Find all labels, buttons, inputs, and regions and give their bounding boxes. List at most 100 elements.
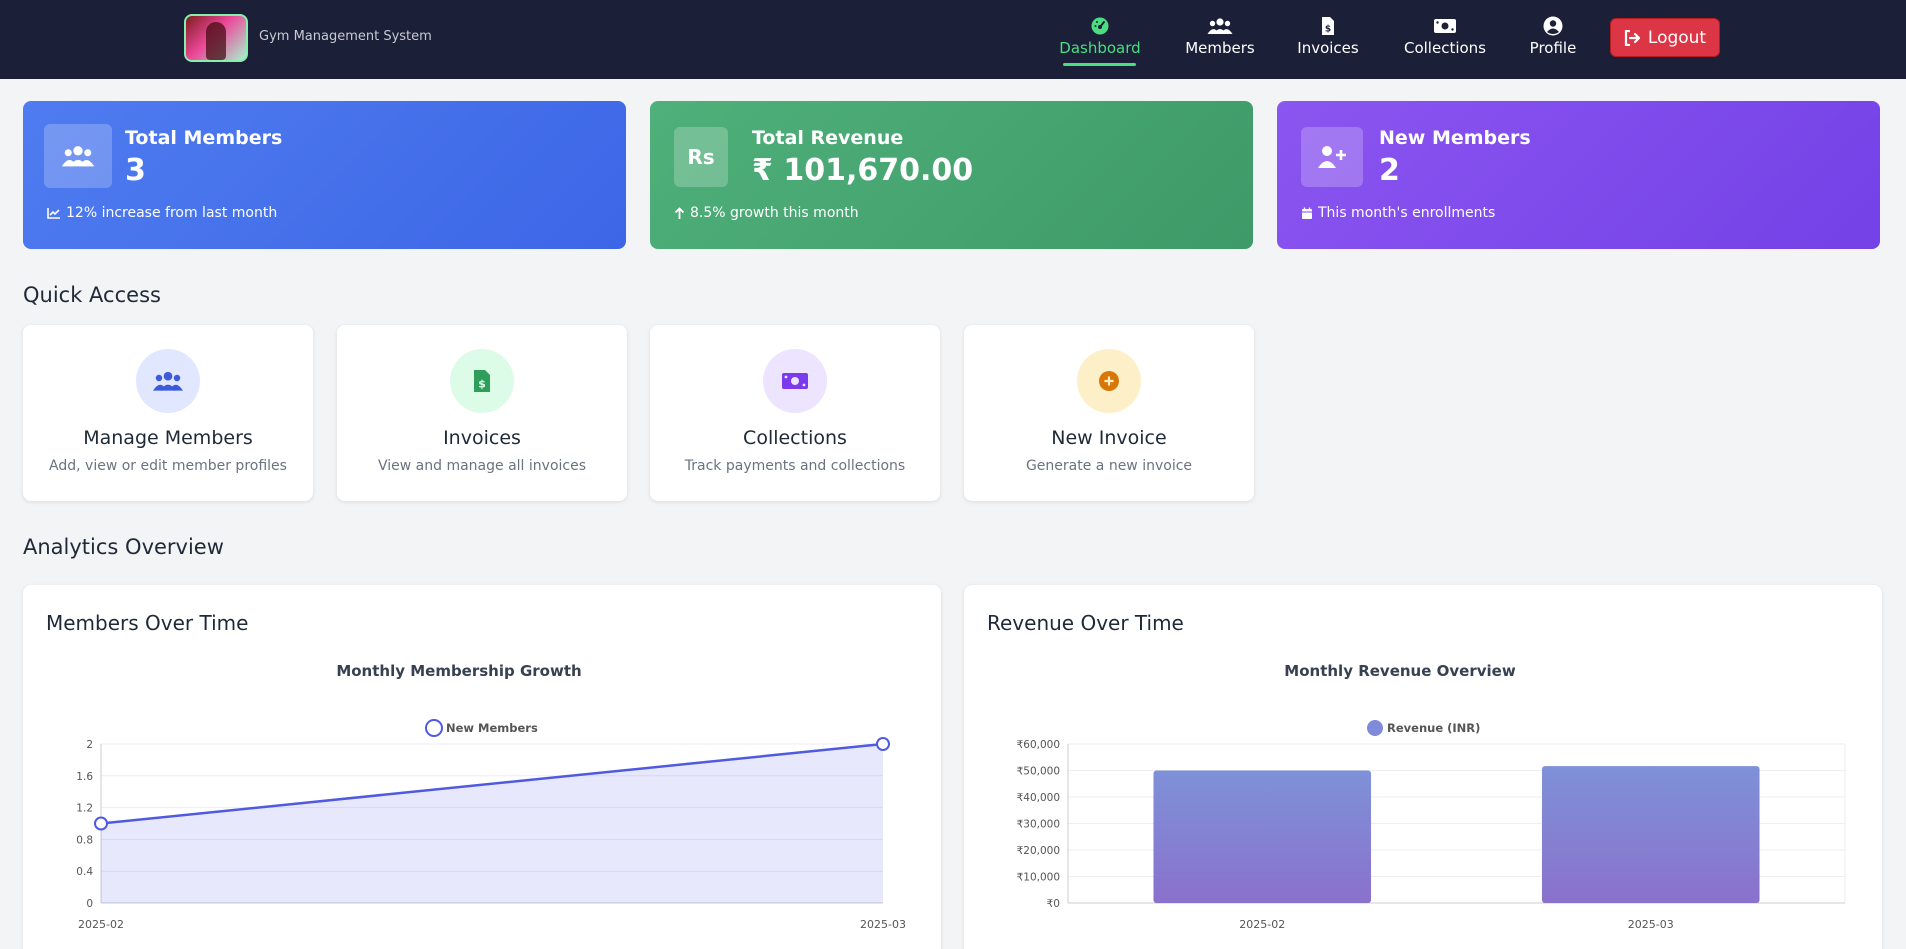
stat-card-total-revenue: Rs Total Revenue ₹ 101,670.00 8.5% growt… (650, 101, 1253, 249)
user-plus-icon (1318, 146, 1346, 168)
qa-icon-circle: $ (450, 349, 514, 413)
svg-text:$: $ (478, 378, 486, 391)
quick-access-invoices[interactable]: $ Invoices View and manage all invoices (337, 325, 627, 501)
qa-description: View and manage all invoices (378, 458, 586, 474)
revenue-over-time-chart: Monthly Revenue Overview ₹0 ₹10,000 ₹20,000… (1017, 662, 1846, 931)
y-tick-label: 1.2 (76, 803, 93, 815)
y-tick-label: ₹0 (1047, 898, 1060, 910)
data-point (876, 737, 890, 751)
sign-out-icon (1624, 29, 1640, 46)
y-tick-label: ₹20,000 (1017, 845, 1060, 857)
nav-collections[interactable]: Collections (1400, 16, 1490, 68)
nav-members-label: Members (1185, 39, 1255, 57)
money-bill-icon (782, 373, 808, 389)
stat-footnote: 12% increase from last month (47, 205, 277, 221)
legend-label: New Members (446, 721, 538, 735)
users-icon (61, 146, 95, 167)
qa-description: Generate a new invoice (1025, 458, 1193, 474)
stat-label: New Members (1379, 127, 1531, 149)
bar (1541, 766, 1760, 903)
qa-description: Add, view or edit member profiles (49, 458, 287, 474)
svg-text:Rs: Rs (687, 145, 714, 169)
y-tick-label: 2 (86, 739, 93, 751)
chart-line-icon (47, 208, 60, 219)
rupee-icon: Rs (687, 145, 714, 169)
nav-invoices-label: Invoices (1297, 39, 1359, 57)
stat-foot-text: This month's enrollments (1318, 205, 1496, 221)
quick-access-heading: Quick Access (23, 283, 161, 307)
stat-icon-box (1301, 127, 1363, 187)
arrow-up-icon (674, 206, 685, 219)
members-over-time-chart: Monthly Membership Growth 0 0.4 0.8 1.2 1.6 2 2… (76, 662, 906, 931)
quick-access-new-invoice[interactable]: New Invoice Generate a new invoice (964, 325, 1254, 501)
revenue-chart-card: Revenue Over Time Monthly Revenue Overvi… (964, 585, 1882, 949)
quick-access-manage-members[interactable]: Manage Members Add, view or edit member … (23, 325, 313, 501)
nav-collections-label: Collections (1403, 39, 1486, 57)
y-tick-label: ₹50,000 (1017, 766, 1060, 778)
top-navbar: Gym Management System Dashboard Members … (0, 0, 1906, 79)
x-tick-label: 2025-03 (1628, 918, 1674, 931)
qa-icon-circle (763, 349, 827, 413)
legend-marker (425, 719, 443, 737)
calendar-icon (1302, 207, 1312, 219)
stat-label: Total Members (125, 127, 283, 149)
user-circle-icon (1543, 16, 1563, 36)
y-tick-label: 0.8 (76, 834, 93, 846)
y-tick-label: 0 (86, 898, 93, 910)
qa-title: Collections (743, 427, 847, 449)
logout-button[interactable]: Logout (1610, 18, 1720, 57)
qa-title: New Invoice (1051, 427, 1167, 449)
nav-profile-label: Profile (1529, 39, 1577, 57)
y-tick-label: 1.6 (76, 771, 93, 783)
qa-icon-circle (136, 349, 200, 413)
stat-label: Total Revenue (752, 127, 904, 149)
x-tick-label: 2025-03 (860, 918, 906, 931)
brand-name: Gym Management System (259, 29, 432, 44)
stat-card-new-members: New Members 2 This month's enrollments (1277, 101, 1880, 249)
active-tab-indicator (1063, 63, 1136, 66)
plus-circle-icon (1099, 371, 1119, 391)
stat-footnote: This month's enrollments (1301, 205, 1495, 221)
qa-icon-circle (1077, 349, 1141, 413)
stat-foot-text: 12% increase from last month (66, 205, 278, 221)
gym-logo[interactable] (184, 14, 248, 62)
y-tick-label: 0.4 (76, 866, 93, 878)
logout-label: Logout (1647, 27, 1707, 48)
nav-members[interactable]: Members (1180, 16, 1260, 68)
members-chart-card: Members Over Time Monthly Membership Gro… (23, 585, 941, 949)
svg-text:$: $ (1325, 25, 1331, 35)
chart-title: Monthly Revenue Overview (1284, 662, 1516, 680)
stat-icon-box: Rs (674, 127, 728, 187)
nav-profile[interactable]: Profile (1525, 16, 1581, 68)
analytics-heading: Analytics Overview (23, 535, 224, 559)
money-icon (1434, 19, 1456, 33)
stat-footnote: 8.5% growth this month (674, 205, 859, 221)
series-area (101, 744, 883, 903)
legend-marker (1367, 720, 1383, 736)
nav-dashboard[interactable]: Dashboard (1059, 16, 1141, 68)
qa-title: Invoices (443, 427, 521, 449)
invoice-icon: $ (1322, 17, 1334, 35)
qa-description: Track payments and collections (684, 458, 906, 474)
data-point (94, 816, 108, 831)
users-icon (153, 371, 183, 391)
nav-dashboard-label: Dashboard (1059, 39, 1141, 57)
stat-value: 3 (125, 153, 146, 188)
users-icon (1207, 18, 1233, 34)
file-invoice-dollar-icon: $ (474, 370, 490, 392)
quick-access-collections[interactable]: Collections Track payments and collectio… (650, 325, 940, 501)
y-tick-label: ₹10,000 (1017, 872, 1060, 884)
qa-title: Manage Members (83, 427, 253, 449)
legend-label: Revenue (INR) (1387, 721, 1480, 735)
x-tick-label: 2025-02 (78, 918, 124, 931)
nav-invoices[interactable]: $ Invoices (1293, 16, 1363, 68)
stat-foot-text: 8.5% growth this month (690, 205, 859, 221)
y-tick-label: ₹30,000 (1017, 819, 1060, 831)
chart-title: Monthly Membership Growth (336, 662, 581, 680)
stat-value: ₹ 101,670.00 (752, 153, 974, 188)
stat-icon-box (44, 124, 112, 188)
y-tick-label: ₹40,000 (1017, 792, 1060, 804)
bar (1153, 770, 1372, 903)
stat-card-total-members: Total Members 3 12% increase from last m… (23, 101, 626, 249)
dashboard-icon (1091, 17, 1109, 35)
